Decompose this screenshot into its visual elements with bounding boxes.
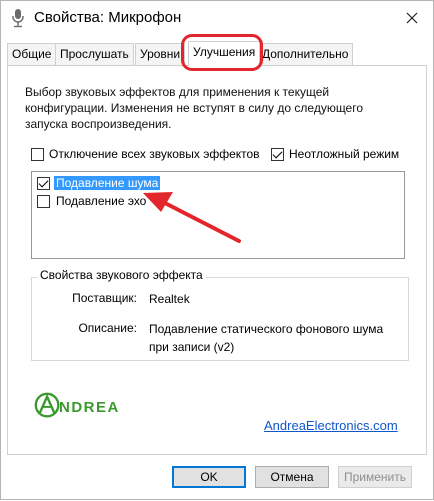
tab-enhancements[interactable]: Улучшения — [188, 41, 261, 66]
ok-button[interactable]: OK — [172, 466, 246, 488]
andrea-website-link[interactable]: AndreaElectronics.com — [264, 418, 398, 433]
echo-cancellation-checkbox[interactable] — [37, 195, 50, 208]
echo-cancellation-label[interactable]: Подавление эхо — [56, 194, 146, 208]
group-title: Свойства звукового эффекта — [37, 268, 206, 282]
tab-general[interactable]: Общие — [7, 43, 57, 65]
tab-label: Дополнительно — [262, 47, 349, 61]
cancel-button[interactable]: Отмена — [255, 466, 329, 488]
noise-suppression-checkbox[interactable] — [37, 177, 50, 190]
title-bar[interactable]: Свойства: Микрофон — [1, 1, 433, 35]
noise-suppression-label[interactable]: Подавление шума — [54, 176, 161, 190]
description-label: Описание: — [78, 321, 137, 335]
description-value-line1: Подавление статического фонового шума — [149, 322, 384, 336]
disable-all-effects-checkbox[interactable] — [31, 148, 44, 161]
properties-window: Свойства: Микрофон Общие Прослушать Уров… — [0, 0, 434, 500]
provider-label: Поставщик: — [72, 291, 137, 305]
description-text: Выбор звуковых эффектов для применения к… — [25, 85, 364, 131]
window-title: Свойства: Микрофон — [34, 9, 182, 26]
apply-button[interactable]: Применить — [338, 466, 412, 488]
tab-label: Общие — [12, 47, 52, 61]
description-value-line2: при записи (v2) — [149, 340, 235, 354]
immediate-mode-label[interactable]: Неотложный режим — [289, 147, 399, 161]
close-button[interactable] — [397, 5, 427, 31]
provider-value: Realtek — [149, 292, 190, 306]
tab-listen[interactable]: Прослушать — [55, 43, 134, 65]
close-icon — [406, 12, 418, 24]
tab-label: Улучшения — [193, 45, 256, 59]
microphone-icon — [12, 9, 24, 28]
andrea-logo-text: NDREA — [59, 399, 120, 416]
tab-label: Прослушать — [60, 47, 129, 61]
tab-advanced[interactable]: Дополнительно — [257, 43, 354, 65]
immediate-mode-checkbox[interactable] — [271, 148, 284, 161]
disable-all-effects-label[interactable]: Отключение всех звуковых эффектов — [49, 147, 260, 161]
tab-label: Уровни — [140, 47, 181, 61]
tab-levels[interactable]: Уровни — [135, 43, 186, 65]
